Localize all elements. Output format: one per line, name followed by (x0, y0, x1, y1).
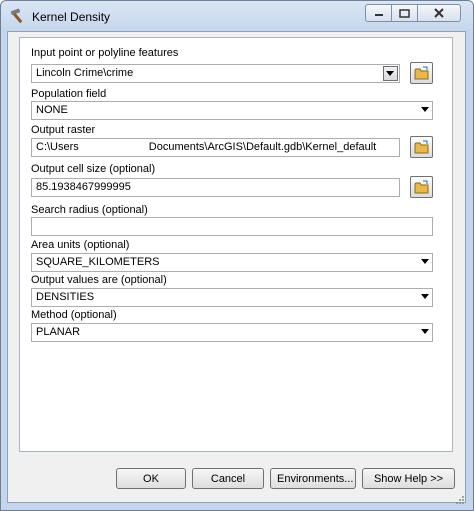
cancel-button[interactable]: Cancel (192, 468, 264, 489)
population-field-select[interactable]: NONE (31, 101, 433, 120)
output-values-value: DENSITIES (36, 291, 95, 303)
open-folder-icon (414, 180, 428, 194)
open-folder-icon (414, 66, 428, 80)
chevron-down-icon (421, 329, 429, 334)
close-icon (434, 8, 444, 18)
chevron-down-icon (421, 107, 429, 112)
show-help-button[interactable]: Show Help >> (362, 468, 455, 489)
panel-scrollbar[interactable] (451, 37, 453, 452)
output-values-label: Output values are (optional) (31, 274, 167, 286)
maximize-button[interactable] (391, 4, 418, 22)
resize-grip-icon[interactable] (455, 495, 465, 505)
input-features-dropdown-button[interactable] (383, 66, 398, 81)
area-units-select[interactable]: SQUARE_KILOMETERS (31, 253, 433, 272)
population-field-value: NONE (36, 104, 68, 116)
method-value: PLANAR (36, 326, 81, 338)
close-button[interactable] (417, 4, 461, 22)
method-select[interactable]: PLANAR (31, 323, 433, 342)
input-features-value: Lincoln Crime\crime (36, 67, 134, 79)
kernel-density-window: Kernel Density Input point or polyline f… (0, 0, 474, 511)
output-raster-browse-button[interactable] (410, 136, 433, 158)
cell-size-input[interactable]: 85.1938467999995 (31, 178, 400, 197)
minimize-icon (374, 14, 383, 16)
output-values-select[interactable]: DENSITIES (31, 288, 433, 307)
ok-button[interactable]: OK (116, 468, 186, 489)
minimize-button[interactable] (365, 4, 392, 22)
output-raster-value-suffix: Documents\ArcGIS\Default.gdb\Kernel_defa… (148, 141, 377, 153)
input-features-browse-button[interactable] (410, 62, 433, 84)
open-folder-icon (414, 140, 428, 154)
environments-button[interactable]: Environments... (270, 468, 356, 489)
input-features-combo[interactable]: Lincoln Crime\crime (31, 64, 400, 83)
cell-size-browse-button[interactable] (410, 176, 433, 198)
title-bar[interactable]: Kernel Density (1, 1, 473, 31)
chevron-down-icon (421, 259, 429, 264)
chevron-down-icon (386, 71, 394, 76)
area-units-value: SQUARE_KILOMETERS (36, 256, 160, 268)
area-units-label: Area units (optional) (31, 239, 130, 251)
search-radius-input[interactable] (31, 217, 433, 236)
window-title: Kernel Density (32, 10, 111, 24)
search-radius-label: Search radius (optional) (31, 204, 148, 216)
cell-size-value: 85.1938467999995 (36, 181, 131, 193)
input-features-label: Input point or polyline features (31, 47, 179, 59)
population-field-label: Population field (31, 88, 107, 100)
output-raster-input[interactable]: C:\Users Documents\ArcGIS\Default.gdb\Ker… (31, 138, 400, 157)
output-raster-value-prefix: C:\Users (36, 141, 79, 153)
cell-size-label: Output cell size (optional) (31, 163, 156, 175)
output-raster-label: Output raster (31, 124, 96, 136)
hammer-icon (10, 8, 23, 24)
chevron-down-icon (421, 294, 429, 299)
maximize-icon (399, 8, 410, 18)
method-label: Method (optional) (31, 309, 117, 321)
